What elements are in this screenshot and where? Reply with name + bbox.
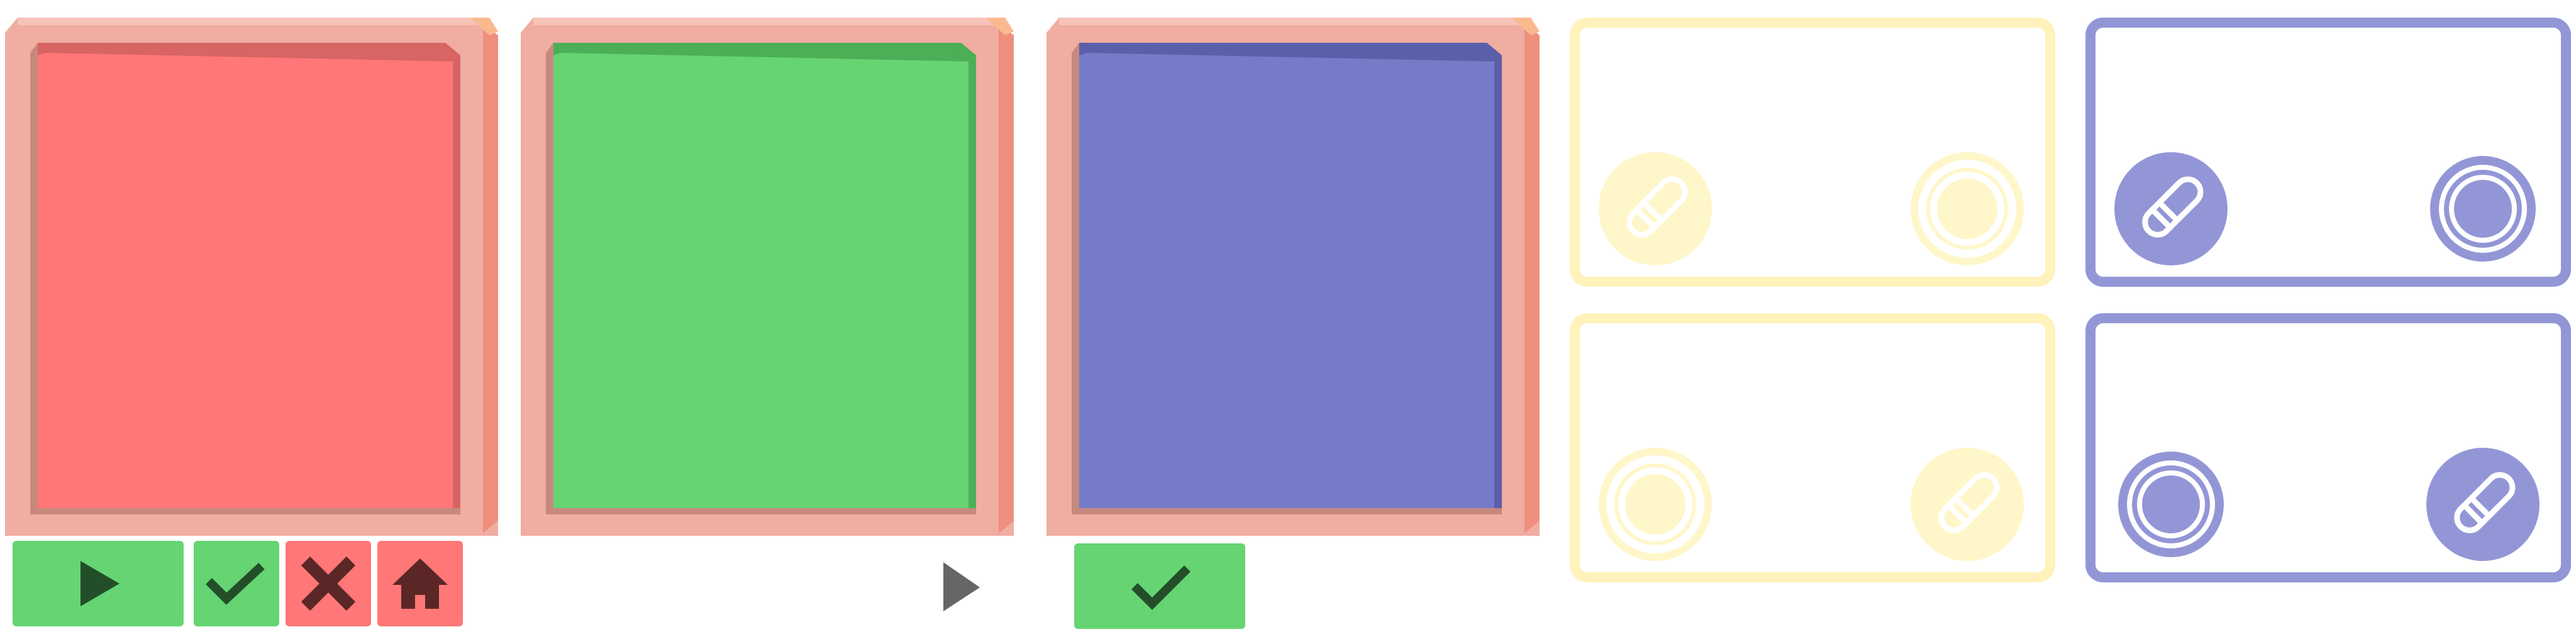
confirm-button[interactable] xyxy=(194,541,279,626)
radio-icon xyxy=(1625,474,1685,535)
eraser-button[interactable] xyxy=(1911,448,2024,561)
card-blue-bottom xyxy=(2085,313,2571,582)
card-blue-top xyxy=(2085,18,2571,287)
arrow-right-icon xyxy=(943,562,980,611)
home-button[interactable] xyxy=(377,541,463,626)
radio-button[interactable] xyxy=(1911,152,2024,265)
eraser-button[interactable] xyxy=(2426,448,2540,561)
radio-button[interactable] xyxy=(1599,448,1712,561)
swatch-blue[interactable] xyxy=(1046,18,1540,536)
eraser-button[interactable] xyxy=(2114,152,2228,265)
confirm-blue-button[interactable] xyxy=(1074,543,1245,629)
radio-button[interactable] xyxy=(2118,452,2224,557)
next-button[interactable] xyxy=(941,561,981,614)
swatch-red[interactable] xyxy=(5,18,498,536)
cancel-button[interactable] xyxy=(286,541,371,626)
radio-icon xyxy=(2142,475,2200,533)
card-yellow-top xyxy=(1570,18,2055,287)
radio-icon xyxy=(1937,179,1997,239)
eraser-button[interactable] xyxy=(1599,152,1712,265)
card-yellow-bottom xyxy=(1570,313,2055,582)
radio-icon xyxy=(2454,180,2512,238)
play-button[interactable] xyxy=(13,541,184,626)
swatch-green[interactable] xyxy=(521,18,1014,536)
radio-button[interactable] xyxy=(2430,156,2536,262)
